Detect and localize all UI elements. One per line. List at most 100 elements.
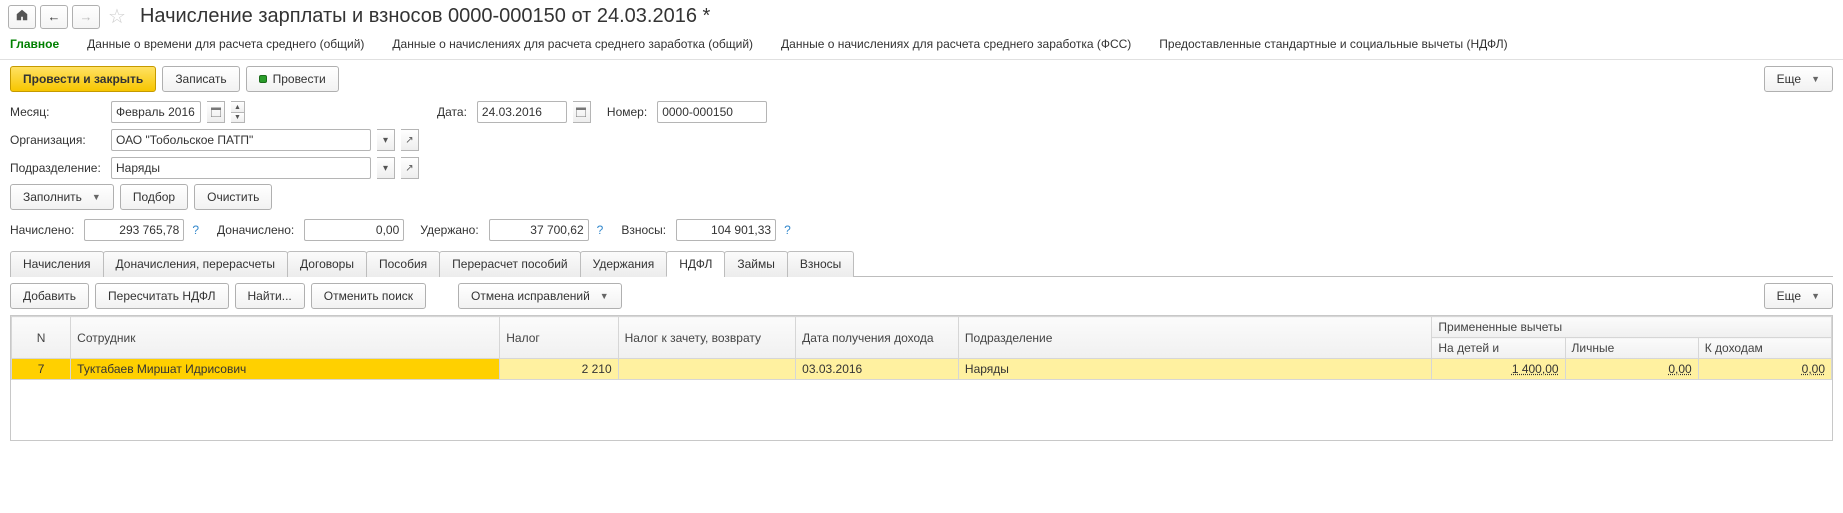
personal-link[interactable]: 0,00 bbox=[1668, 362, 1691, 376]
org-label: Организация: bbox=[10, 133, 105, 147]
cancel-fix-button[interactable]: Отмена исправлений ▼ bbox=[458, 283, 622, 309]
pick-button[interactable]: Подбор bbox=[120, 184, 188, 210]
number-field[interactable]: 0000-000150 bbox=[657, 101, 767, 123]
org-open-icon[interactable]: ↗ bbox=[401, 129, 419, 151]
tab-ndfl[interactable]: НДФЛ bbox=[666, 251, 725, 277]
post-icon bbox=[259, 75, 267, 83]
extra-value: 0,00 bbox=[304, 219, 404, 241]
page-title: Начисление зарплаты и взносов 0000-00015… bbox=[140, 5, 710, 28]
col-to-income[interactable]: К доходам bbox=[1698, 338, 1831, 359]
save-label: Записать bbox=[175, 72, 226, 86]
cell-to-income[interactable]: 0,00 bbox=[1698, 359, 1831, 380]
home-icon bbox=[15, 8, 29, 25]
grid-more-button[interactable]: Еще ▼ bbox=[1764, 283, 1833, 309]
recalc-ndfl-label: Пересчитать НДФЛ bbox=[108, 289, 215, 303]
cell-income-date[interactable]: 03.03.2016 bbox=[796, 359, 959, 380]
tab-loans[interactable]: Займы bbox=[724, 251, 788, 277]
find-button[interactable]: Найти... bbox=[235, 283, 305, 309]
org-field[interactable]: ОАО "Тобольское ПАТП" bbox=[111, 129, 371, 151]
col-tax-offset[interactable]: Налог к зачету, возврату bbox=[618, 317, 796, 359]
help-icon[interactable]: ? bbox=[782, 223, 793, 237]
subtab-avg-earn-fss[interactable]: Данные о начислениях для расчета среднег… bbox=[781, 37, 1131, 51]
chevron-down-icon: ▼ bbox=[1811, 74, 1820, 84]
tab-fees[interactable]: Взносы bbox=[787, 251, 854, 277]
tab-contracts[interactable]: Договоры bbox=[287, 251, 367, 277]
cell-department[interactable]: Наряды bbox=[958, 359, 1431, 380]
chevron-up-icon[interactable]: ▲ bbox=[231, 101, 245, 112]
recalc-ndfl-button[interactable]: Пересчитать НДФЛ bbox=[95, 283, 228, 309]
cell-for-children[interactable]: 1 400,00 bbox=[1432, 359, 1565, 380]
subtab-deductions[interactable]: Предоставленные стандартные и социальные… bbox=[1159, 37, 1507, 51]
tab-recalc[interactable]: Доначисления, перерасчеты bbox=[103, 251, 288, 277]
tab-withholdings[interactable]: Удержания bbox=[580, 251, 668, 277]
income-link[interactable]: 0,00 bbox=[1802, 362, 1825, 376]
chevron-down-icon[interactable]: ▼ bbox=[231, 112, 245, 123]
find-label: Найти... bbox=[248, 289, 292, 303]
add-button[interactable]: Добавить bbox=[10, 283, 89, 309]
ndfl-grid[interactable]: N Сотрудник Налог Налог к зачету, возвра… bbox=[10, 315, 1833, 441]
clear-label: Очистить bbox=[207, 190, 259, 204]
star-icon[interactable]: ☆ bbox=[108, 4, 126, 29]
chevron-down-icon: ▼ bbox=[1811, 291, 1820, 301]
col-income-date[interactable]: Дата получения дохода bbox=[796, 317, 959, 359]
cell-tax-offset[interactable] bbox=[618, 359, 796, 380]
dept-dropdown-icon[interactable]: ▾ bbox=[377, 157, 395, 179]
post-and-close-button[interactable]: Провести и закрыть bbox=[10, 66, 156, 92]
clear-button[interactable]: Очистить bbox=[194, 184, 272, 210]
cell-employee[interactable]: Туктабаев Миршат Идрисович bbox=[71, 359, 500, 380]
cancel-find-label: Отменить поиск bbox=[324, 289, 413, 303]
tab-accruals[interactable]: Начисления bbox=[10, 251, 104, 277]
cell-n[interactable]: 7 bbox=[12, 359, 71, 380]
month-calendar-icon[interactable] bbox=[207, 101, 225, 123]
chevron-down-icon: ▼ bbox=[92, 192, 101, 202]
help-icon[interactable]: ? bbox=[190, 223, 201, 237]
col-personal[interactable]: Личные bbox=[1565, 338, 1698, 359]
cell-tax[interactable]: 2 210 bbox=[500, 359, 618, 380]
date-field[interactable]: 24.03.2016 bbox=[477, 101, 567, 123]
arrow-left-icon: ← bbox=[48, 9, 61, 24]
subtab-avg-earn-general[interactable]: Данные о начислениях для расчета среднег… bbox=[392, 37, 753, 51]
add-label: Добавить bbox=[23, 289, 76, 303]
children-link[interactable]: 1 400,00 bbox=[1512, 362, 1559, 376]
cancel-find-button[interactable]: Отменить поиск bbox=[311, 283, 426, 309]
more-button[interactable]: Еще ▼ bbox=[1764, 66, 1833, 92]
date-label: Дата: bbox=[437, 105, 467, 119]
back-button[interactable]: ← bbox=[40, 5, 68, 29]
dept-label: Подразделение: bbox=[10, 161, 105, 175]
home-button[interactable] bbox=[8, 5, 36, 29]
withheld-label: Удержано: bbox=[420, 223, 478, 237]
table-row[interactable]: 7 Туктабаев Миршат Идрисович 2 210 03.03… bbox=[12, 359, 1832, 380]
post-close-label: Провести и закрыть bbox=[23, 72, 143, 86]
tab-benefits[interactable]: Пособия bbox=[366, 251, 440, 277]
number-label: Номер: bbox=[607, 105, 647, 119]
forward-button[interactable]: → bbox=[72, 5, 100, 29]
subtab-avg-time[interactable]: Данные о времени для расчета среднего (о… bbox=[87, 37, 364, 51]
col-n[interactable]: N bbox=[12, 317, 71, 359]
dept-field[interactable]: Наряды bbox=[111, 157, 371, 179]
subtabs: Главное Данные о времени для расчета сре… bbox=[0, 33, 1843, 60]
accrued-value: 293 765,78 bbox=[84, 219, 184, 241]
fill-label: Заполнить bbox=[23, 190, 82, 204]
org-dropdown-icon[interactable]: ▾ bbox=[377, 129, 395, 151]
col-employee[interactable]: Сотрудник bbox=[71, 317, 500, 359]
fill-button[interactable]: Заполнить ▼ bbox=[10, 184, 114, 210]
col-tax[interactable]: Налог bbox=[500, 317, 618, 359]
tab-benefit-recalc[interactable]: Перерасчет пособий bbox=[439, 251, 580, 277]
col-applied-deductions[interactable]: Примененные вычеты bbox=[1432, 317, 1832, 338]
date-calendar-icon[interactable] bbox=[573, 101, 591, 123]
dept-open-icon[interactable]: ↗ bbox=[401, 157, 419, 179]
post-button[interactable]: Провести bbox=[246, 66, 339, 92]
cell-personal[interactable]: 0,00 bbox=[1565, 359, 1698, 380]
more-label: Еще bbox=[1777, 72, 1801, 86]
month-field[interactable]: Февраль 2016 bbox=[111, 101, 201, 123]
section-tabs: Начисления Доначисления, перерасчеты Дог… bbox=[10, 250, 1833, 277]
post-label: Провести bbox=[273, 72, 326, 86]
subtab-main[interactable]: Главное bbox=[10, 37, 59, 51]
save-button[interactable]: Записать bbox=[162, 66, 239, 92]
arrow-right-icon: → bbox=[80, 9, 93, 24]
help-icon[interactable]: ? bbox=[595, 223, 606, 237]
month-stepper[interactable]: ▲ ▼ bbox=[231, 101, 245, 123]
col-department[interactable]: Подразделение bbox=[958, 317, 1431, 359]
col-for-children[interactable]: На детей и bbox=[1432, 338, 1565, 359]
fees-label: Взносы: bbox=[621, 223, 666, 237]
